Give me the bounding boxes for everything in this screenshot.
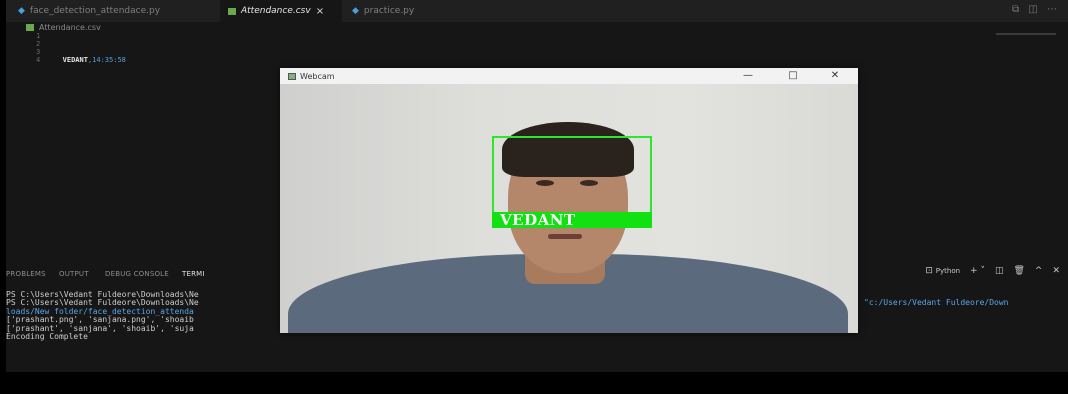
webcam-titlebar[interactable]: Webcam — □ ✕ <box>280 68 858 84</box>
minimize-button[interactable]: — <box>733 68 763 84</box>
tab-output[interactable]: OUTPUT <box>59 270 89 278</box>
tab-practice[interactable]: ◆ practice.py <box>344 0 444 22</box>
csv-icon <box>228 7 236 15</box>
person-mouth <box>548 234 582 239</box>
tab-debug-console[interactable]: DEBUG CONSOLE <box>105 270 169 278</box>
minimap[interactable] <box>996 33 1056 35</box>
attendance-name: VEDANT <box>62 56 88 64</box>
attendance-time: ,14:35:58 <box>87 56 126 64</box>
line-number: 1 <box>36 32 41 40</box>
bottom-band <box>0 372 1068 394</box>
terminal-path-text: "c:/Users/Vedant Fuldeore/Down <box>864 298 1009 307</box>
line-number: 2 <box>36 40 41 48</box>
code-line: 4 VEDANT,14:35:58 <box>36 56 126 64</box>
split-terminal-icon[interactable]: ◫ <box>995 266 1004 276</box>
window-title: Webcam <box>300 71 335 81</box>
trash-icon[interactable]: 🗑 <box>1013 266 1024 276</box>
tab-terminal[interactable]: TERMI <box>182 270 205 278</box>
code-lines[interactable]: 1 2 3 4 VEDANT,14:35:58 <box>36 32 126 64</box>
breadcrumb-file: Attendance.csv <box>39 23 101 32</box>
terminal-icon: ⊡ <box>925 266 933 276</box>
line-number: 3 <box>36 48 41 56</box>
tab-attendance-csv[interactable]: Attendance.csv × <box>220 0 342 22</box>
maximize-button[interactable]: □ <box>778 68 808 84</box>
tab-face-detection[interactable]: ◆ face_detection_attendace.py <box>10 0 210 22</box>
close-icon[interactable]: × <box>316 6 324 17</box>
face-detection-box <box>492 136 652 216</box>
csv-icon <box>26 24 34 31</box>
tab-problems[interactable]: PROBLEMS <box>6 270 46 278</box>
tab-label: face_detection_attendace.py <box>29 6 161 16</box>
split-editor-icon[interactable]: ⧉ ◫ ⋯ <box>1012 4 1060 15</box>
terminal-profile[interactable]: ⊡ Python <box>925 266 960 276</box>
face-label-text: VEDANT <box>500 211 576 229</box>
terminal-line: Encoding Complete <box>6 332 88 342</box>
terminal-profile-label: Python <box>935 267 961 275</box>
breadcrumb[interactable]: Attendance.csv <box>26 23 101 32</box>
code-line: 2 <box>36 40 126 48</box>
window-app-icon <box>288 72 296 80</box>
tab-label: Attendance.csv <box>241 6 311 16</box>
webcam-feed: VEDANT <box>280 84 858 333</box>
tab-label: practice.py <box>363 6 415 16</box>
chevron-up-icon[interactable]: ^ <box>1035 266 1043 276</box>
line-number: 4 <box>36 56 41 64</box>
code-line: 1 <box>36 32 126 40</box>
python-icon: ◆ <box>352 6 359 16</box>
terminal-output[interactable]: PS C:\Users\Vedant Fuldeore\Downloads\Ne… <box>6 290 199 342</box>
face-label-bar: VEDANT <box>492 211 652 229</box>
add-terminal-icon[interactable]: + ˅ <box>970 266 985 276</box>
code-line: 3 <box>36 48 126 56</box>
tab-bar: ◆ face_detection_attendace.py Attendance… <box>6 0 1068 22</box>
webcam-window[interactable]: Webcam — □ ✕ VEDANT <box>280 68 858 333</box>
close-panel-icon[interactable]: ✕ <box>1052 266 1060 276</box>
close-button[interactable]: ✕ <box>820 68 850 84</box>
panel-actions: ⊡ Python + ˅ ◫ 🗑 ^ ✕ <box>925 266 1060 276</box>
python-icon: ◆ <box>18 6 25 16</box>
